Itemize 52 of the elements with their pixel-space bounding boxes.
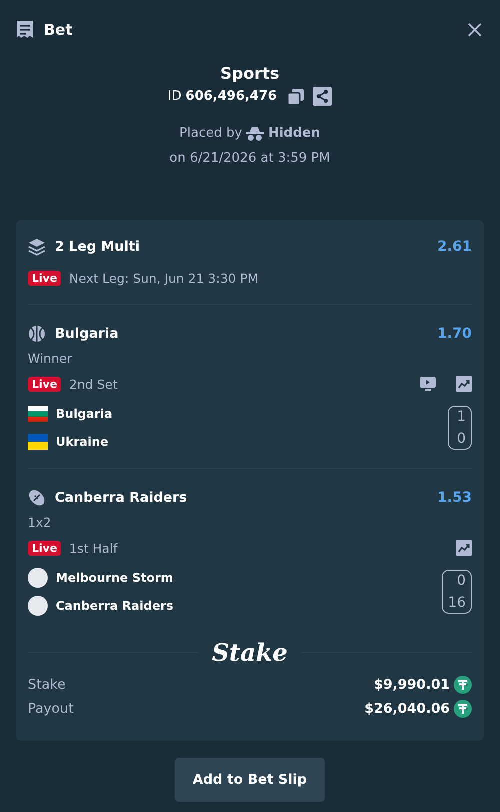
chart-icon[interactable] xyxy=(456,376,472,392)
user-name: Hidden xyxy=(268,126,320,141)
match-period: 2nd Set xyxy=(69,376,118,392)
market-name: 1x2 xyxy=(28,515,52,530)
close-icon[interactable] xyxy=(468,23,482,37)
flag-icon xyxy=(28,434,48,450)
odds: 1.53 xyxy=(437,490,472,506)
total-label: Stake xyxy=(28,677,67,693)
tether-coin-icon xyxy=(454,676,472,694)
dialog-title: Bet xyxy=(44,21,73,39)
placed-date: on 6/21/2026 at 3:59 PM xyxy=(170,151,330,166)
live-badge: Live xyxy=(28,270,62,286)
total-label: Payout xyxy=(28,701,75,717)
team-name: Canberra Raiders xyxy=(56,599,174,613)
odds: 2.61 xyxy=(437,239,472,255)
amount: $26,040.06 xyxy=(364,701,450,717)
team-name: Bulgaria xyxy=(56,407,113,421)
copy-icon[interactable] xyxy=(287,88,306,106)
flag-icon xyxy=(28,406,48,422)
odds: 1.70 xyxy=(437,326,472,342)
placed-by-label: Placed by xyxy=(180,126,242,141)
tether-coin-icon xyxy=(454,700,472,718)
brand-logo: Stake xyxy=(212,638,288,667)
receipt-icon xyxy=(16,20,34,40)
bet-id: 606,496,476 xyxy=(186,89,278,104)
section-title: Sports xyxy=(220,64,280,83)
bet-id-label: ID xyxy=(168,89,182,104)
score: 0 xyxy=(457,573,466,589)
match-period: 1st Half xyxy=(69,540,118,556)
layers-icon xyxy=(28,238,46,256)
team-name: Ukraine xyxy=(56,435,109,449)
tv-icon[interactable] xyxy=(420,377,436,391)
tennis-ball-icon xyxy=(28,325,46,343)
team-crest-icon xyxy=(28,596,48,616)
amount: $9,990.01 xyxy=(374,677,450,693)
score: 0 xyxy=(457,431,466,447)
next-leg-time: Next Leg: Sun, Jun 21 3:30 PM xyxy=(69,270,259,286)
team-name: Melbourne Storm xyxy=(56,571,174,585)
rugby-ball-icon xyxy=(28,489,46,507)
live-badge: Live xyxy=(28,376,62,392)
score: 1 xyxy=(457,409,466,425)
selection-title: Bulgaria xyxy=(55,326,119,342)
chart-icon[interactable] xyxy=(456,540,472,556)
market-name: Winner xyxy=(28,351,74,366)
add-to-bet-slip-button[interactable]: Add to Bet Slip xyxy=(174,758,326,802)
score: 16 xyxy=(448,595,466,611)
incognito-icon xyxy=(246,126,264,140)
multi-title: 2 Leg Multi xyxy=(55,239,140,255)
share-icon[interactable] xyxy=(313,87,332,106)
selection-title: Canberra Raiders xyxy=(55,490,188,506)
live-badge: Live xyxy=(28,540,62,556)
team-crest-icon xyxy=(28,568,48,588)
